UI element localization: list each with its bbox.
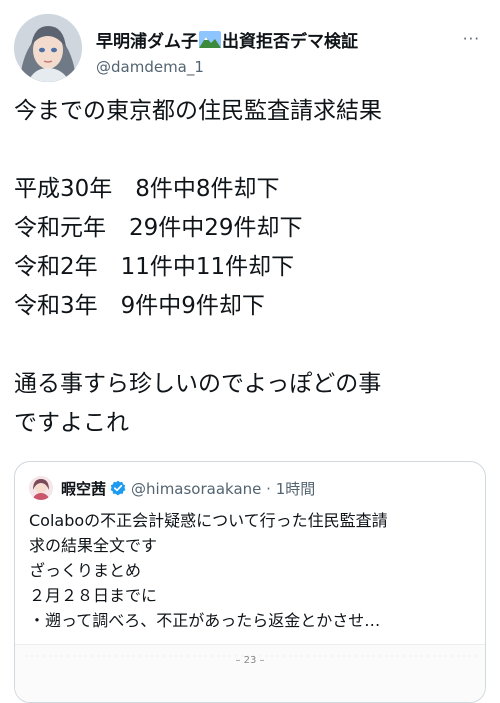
quoted-tweet-line: ２月２８日までに [29,586,158,605]
quoted-tweet-line: ・遡って調べろ、不正があったら返金とかさせ… [29,611,381,630]
author-handle[interactable]: @damdema_1 [96,58,204,76]
quoted-tweet-line: 求の結果全文です [29,536,158,555]
mountain-emoji-icon [199,30,221,48]
tweet-line: 令和元年 29件中29件却下 [14,215,303,241]
display-name-part1[interactable]: 早明浦ダム子 [96,27,198,52]
tweet-line: 令和3年 9件中9件却下 [14,293,265,319]
tweet-line [14,326,484,365]
tweet-header: 早明浦ダム子 出資拒否デマ検証 @damdema_1 ··· [14,14,486,86]
tweet-line: 平成30年 8件中8件却下 [14,176,280,202]
quoted-handle-time[interactable]: @himasoraakane · 1時間 [131,478,315,499]
quoted-tweet-line: Colaboの不正会計疑惑について行った住民監査請 [29,511,388,530]
quoted-tweet-image[interactable]: – 23 – [15,644,485,702]
tweet-line [14,131,484,170]
display-name-row[interactable]: 早明浦ダム子 出資拒否デマ検証 [96,26,358,52]
quoted-author-avatar[interactable] [29,476,53,500]
tweet-line: ですよこれ [14,410,129,436]
tweet-line: 今までの東京都の住民監査請求結果 [14,98,382,124]
tweet-line: 令和2年 11件中11件却下 [14,254,295,280]
quoted-tweet-card[interactable]: 暇空茜 @himasoraakane · 1時間 Colaboの不正会計疑惑につ… [14,461,486,703]
image-page-number: – 23 – [235,655,265,666]
quoted-tweet-text: Colaboの不正会計疑惑について行った住民監査請 求の結果全文です ざっくりま… [29,508,475,633]
more-icon[interactable]: ··· [463,30,480,48]
display-name-part2[interactable]: 出資拒否デマ検証 [222,27,358,52]
tweet-line: 通る事すら珍しいのでよっぽどの事 [14,371,382,397]
verified-badge-icon [110,480,126,496]
tweet-text: 今までの東京都の住民監査請求結果 平成30年 8件中8件却下 令和元年 29件中… [14,92,484,443]
quoted-tweet-header: 暇空茜 @himasoraakane · 1時間 [29,476,315,500]
author-avatar[interactable] [14,14,82,82]
quoted-display-name[interactable]: 暇空茜 [61,478,106,499]
quoted-tweet-line: ざっくりまとめ [29,561,142,580]
